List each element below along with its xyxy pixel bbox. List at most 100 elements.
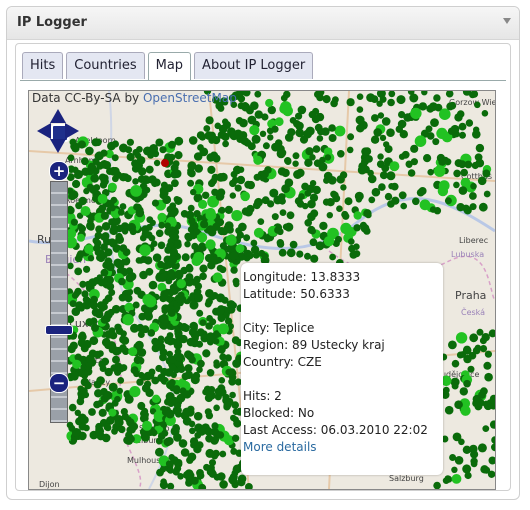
zoom-out-button[interactable]: −: [49, 373, 69, 393]
map-marker[interactable]: [304, 158, 313, 167]
map-marker[interactable]: [398, 111, 406, 119]
map-marker[interactable]: [280, 94, 288, 102]
map-marker[interactable]: [491, 443, 495, 452]
map-marker[interactable]: [214, 387, 222, 396]
map-marker[interactable]: [298, 193, 305, 200]
map-marker[interactable]: [148, 368, 156, 376]
map-marker[interactable]: [206, 369, 215, 377]
map-marker[interactable]: [147, 329, 156, 337]
map-marker[interactable]: [330, 99, 338, 108]
map-marker[interactable]: [188, 217, 196, 225]
map-marker[interactable]: [464, 160, 473, 169]
map-marker[interactable]: [212, 449, 220, 458]
map-marker[interactable]: [164, 261, 173, 269]
map-marker[interactable]: [145, 267, 154, 276]
map-marker[interactable]: [235, 244, 245, 253]
map-marker[interactable]: [412, 197, 420, 206]
map-marker[interactable]: [103, 423, 112, 431]
map-marker[interactable]: [111, 427, 118, 435]
map-marker[interactable]: [261, 252, 269, 261]
map-marker[interactable]: [274, 117, 284, 127]
map-marker[interactable]: [263, 235, 271, 243]
map-marker[interactable]: [216, 264, 224, 272]
map-marker[interactable]: [286, 211, 295, 220]
map-marker[interactable]: [410, 107, 422, 120]
map-marker[interactable]: [483, 190, 491, 198]
map-marker[interactable]: [292, 152, 300, 160]
map-marker[interactable]: [126, 138, 134, 146]
map-marker[interactable]: [148, 234, 156, 242]
map-marker[interactable]: [449, 454, 457, 461]
map-marker[interactable]: [160, 478, 167, 486]
map-marker[interactable]: [228, 377, 237, 386]
map-marker[interactable]: [181, 324, 190, 333]
map-marker[interactable]: [84, 244, 94, 255]
map-marker[interactable]: [187, 179, 195, 187]
map-marker[interactable]: [102, 161, 112, 170]
map-marker[interactable]: [196, 309, 204, 317]
map-marker[interactable]: [475, 143, 485, 153]
map-marker[interactable]: [199, 272, 207, 281]
map-marker[interactable]: [104, 330, 114, 339]
map-marker[interactable]: [133, 370, 140, 378]
map-marker[interactable]: [231, 434, 240, 442]
map-marker[interactable]: [472, 394, 481, 404]
map-marker[interactable]: [469, 203, 477, 211]
map-marker[interactable]: [336, 205, 343, 212]
map-marker[interactable]: [401, 150, 410, 159]
map-marker[interactable]: [114, 419, 122, 427]
map-marker[interactable]: [192, 371, 201, 380]
map-marker[interactable]: [119, 203, 127, 210]
map-marker[interactable]: [278, 248, 287, 257]
map-marker[interactable]: [95, 426, 105, 436]
map-marker[interactable]: [112, 355, 120, 364]
map-marker[interactable]: [249, 125, 260, 136]
map-marker[interactable]: [216, 431, 225, 439]
map-marker[interactable]: [219, 450, 227, 458]
map-view[interactable]: Gorzow WielkApeldoornArnhemRoermondRusse…: [28, 90, 496, 490]
map-marker[interactable]: [237, 474, 247, 484]
map-marker[interactable]: [344, 197, 353, 206]
map-marker[interactable]: [346, 98, 355, 107]
map-marker[interactable]: [187, 161, 197, 171]
map-marker[interactable]: [193, 411, 203, 421]
map-marker[interactable]: [293, 170, 303, 179]
map-marker[interactable]: [81, 290, 89, 298]
map-marker[interactable]: [128, 347, 138, 357]
map-marker[interactable]: [170, 163, 179, 172]
map-marker[interactable]: [482, 169, 491, 178]
map-marker[interactable]: [96, 376, 105, 385]
map-marker[interactable]: [353, 211, 362, 220]
map-marker[interactable]: [141, 230, 149, 238]
tab-map[interactable]: Map: [147, 52, 192, 80]
zoom-slider-handle[interactable]: [45, 325, 73, 335]
map-marker[interactable]: [212, 272, 223, 283]
map-marker[interactable]: [398, 191, 407, 200]
map-marker[interactable]: [267, 200, 275, 208]
map-marker[interactable]: [260, 170, 269, 179]
map-marker[interactable]: [96, 400, 104, 407]
map-marker[interactable]: [187, 204, 195, 212]
map-marker[interactable]: [203, 125, 211, 132]
map-marker[interactable]: [323, 236, 335, 247]
map-marker[interactable]: [170, 456, 179, 465]
map-marker[interactable]: [460, 405, 471, 416]
map-marker[interactable]: [373, 128, 383, 137]
map-marker[interactable]: [198, 133, 207, 141]
map-marker[interactable]: [113, 245, 120, 252]
map-marker[interactable]: [484, 350, 492, 358]
map-marker[interactable]: [149, 144, 159, 153]
map-marker[interactable]: [322, 95, 331, 104]
map-marker[interactable]: [430, 118, 439, 127]
map-marker[interactable]: [479, 337, 487, 345]
map-marker[interactable]: [158, 221, 166, 229]
map-marker[interactable]: [455, 332, 468, 344]
map-marker[interactable]: [323, 171, 333, 181]
map-marker[interactable]: [231, 210, 243, 222]
map-marker[interactable]: [451, 382, 459, 390]
map-marker[interactable]: [85, 354, 95, 364]
map-marker[interactable]: [230, 414, 237, 422]
map-marker[interactable]: [205, 209, 217, 221]
map-marker[interactable]: [306, 186, 314, 194]
map-marker[interactable]: [172, 385, 181, 393]
